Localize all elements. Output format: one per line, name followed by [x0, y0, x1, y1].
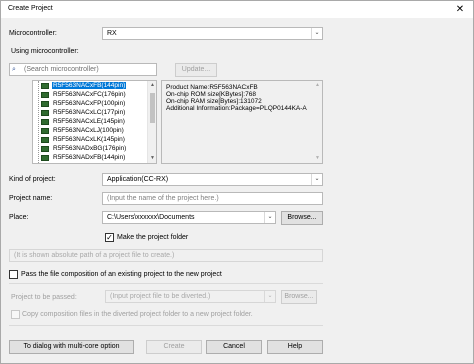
checkmark-icon: ✓: [106, 233, 113, 242]
info-scrollbar: ▲ ▼: [313, 81, 322, 163]
cancel-button[interactable]: Cancel: [206, 340, 262, 354]
tree-item-label: R5F563NACxFP(100pin): [53, 100, 126, 107]
chip-icon: [41, 101, 49, 107]
place-value: C:\Users\xxxxxx\Documents: [107, 214, 195, 221]
microcontroller-value: RX: [107, 30, 117, 37]
search-placeholder: (Search microcontroller): [24, 66, 99, 73]
title-bar: Create Project ✕: [1, 1, 473, 18]
tree-item[interactable]: R5F563NACxLC(177pin): [41, 109, 126, 117]
info-line: On-chip RAM size[Bytes]:131072: [166, 98, 262, 105]
project-to-be-passed-label: Project to be passed:: [11, 294, 77, 301]
multicore-dialog-button[interactable]: To dialog with multi-core option: [9, 340, 134, 354]
window-title: Create Project: [8, 5, 53, 12]
project-to-be-passed-combo[interactable]: (Input project file to be diverted.) ⌄: [105, 290, 276, 303]
info-line: Product Name:R5F563NACxFB: [166, 84, 258, 91]
place-label: Place:: [9, 214, 29, 221]
kind-of-project-label: Kind of project:: [9, 176, 56, 183]
chip-icon: [41, 128, 49, 134]
tree-scrollbar[interactable]: ▲ ▼: [147, 81, 156, 163]
pass-composition-checkbox[interactable]: [9, 270, 18, 279]
create-button[interactable]: Create: [146, 340, 202, 354]
chevron-down-icon: ⌄: [264, 212, 275, 223]
copy-composition-checkbox[interactable]: [11, 310, 20, 319]
microcontroller-label: Microcontroller:: [9, 30, 57, 37]
group-divider: [9, 325, 323, 326]
create-project-dialog: Create Project ✕ Microcontroller: RX ⌄ U…: [0, 0, 474, 364]
tree-item[interactable]: R5F563NACxLJ(100pin): [41, 127, 125, 135]
tree-item[interactable]: R5F563NACxLK(145pin): [41, 136, 126, 144]
tree-item-label: R5F563NACxLE(145pin): [53, 118, 125, 125]
tree-item[interactable]: R5F563NACxLE(145pin): [41, 118, 126, 126]
chip-icon: [41, 137, 49, 143]
make-folder-checkbox[interactable]: ✓: [105, 233, 114, 242]
chip-icon: [41, 146, 49, 152]
info-line: Additional Information:Package=PLQP0144K…: [166, 105, 307, 112]
update-button[interactable]: Update...: [175, 63, 217, 77]
tree-item[interactable]: R5F563NACxFC(176pin): [41, 91, 127, 99]
tree-connector-line: [38, 81, 39, 163]
microcontroller-info-panel: Product Name:R5F563NACxFB On-chip ROM si…: [161, 80, 323, 164]
project-name-input[interactable]: (Input the name of the project here.): [102, 192, 323, 205]
project-to-be-passed-placeholder: (Input project file to be diverted.): [110, 293, 211, 300]
microcontroller-tree[interactable]: R5F563NACxFB(144pin) R5F563NACxFC(176pin)…: [32, 80, 157, 164]
chip-icon: [41, 119, 49, 125]
tree-item[interactable]: R5F563NADxFB(144pin): [41, 154, 126, 162]
tree-item-label: R5F563NACxLJ(100pin): [53, 127, 124, 134]
absolute-path-display: (It is shown absolute path of a project …: [9, 249, 323, 262]
make-folder-label: Make the project folder: [117, 234, 189, 241]
absolute-path-hint: (It is shown absolute path of a project …: [14, 252, 175, 259]
chevron-down-icon: ⌄: [264, 291, 275, 302]
group-divider: [9, 283, 323, 284]
scroll-up-icon[interactable]: ▲: [148, 81, 156, 90]
scroll-thumb[interactable]: [150, 93, 155, 123]
project-name-label: Project name:: [9, 195, 53, 202]
tree-item-label: R5F563NADxFB(144pin): [53, 154, 126, 161]
kind-of-project-select[interactable]: Application(CC-RX) ⌄: [102, 173, 323, 186]
project-to-be-passed-browse-button[interactable]: Browse...: [281, 290, 317, 304]
chip-icon: [41, 110, 49, 116]
scroll-down-icon: ▼: [315, 155, 320, 161]
search-icon: ⌕: [12, 66, 16, 73]
chip-icon: [41, 155, 49, 161]
tree-item-label: R5F563NACxLC(177pin): [53, 109, 126, 116]
chip-icon: [41, 92, 49, 98]
microcontroller-select[interactable]: RX ⌄: [102, 27, 323, 40]
microcontroller-search-input[interactable]: ⌕ (Search microcontroller): [9, 63, 157, 76]
help-button[interactable]: Help: [267, 340, 323, 354]
scroll-down-icon[interactable]: ▼: [148, 154, 156, 163]
tree-item[interactable]: R5F563NACxFP(100pin): [41, 100, 126, 108]
place-combo[interactable]: C:\Users\xxxxxx\Documents ⌄: [102, 211, 276, 224]
project-name-placeholder: (Input the name of the project here.): [107, 195, 219, 202]
copy-composition-label: Copy composition files in the diverted p…: [22, 311, 253, 318]
pass-composition-label: Pass the file composition of an existing…: [21, 271, 222, 278]
place-browse-button[interactable]: Browse...: [281, 211, 323, 225]
chevron-down-icon: ⌄: [311, 174, 322, 185]
tree-item[interactable]: R5F563NADxBG(176pin): [41, 145, 127, 153]
info-line: On-chip ROM size[KBytes]:768: [166, 91, 256, 98]
kind-of-project-value: Application(CC-RX): [107, 176, 169, 183]
tree-item-label: R5F563NACxFC(176pin): [53, 91, 126, 98]
chevron-down-icon: ⌄: [311, 28, 322, 39]
tree-item-label: R5F563NACxFB(144pin): [52, 82, 127, 89]
close-icon[interactable]: ✕: [453, 3, 467, 16]
tree-item-label: R5F563NACxLK(145pin): [53, 136, 125, 143]
tree-item[interactable]: R5F563NACxFB(144pin): [41, 82, 127, 90]
using-microcontroller-label: Using microcontroller:: [11, 48, 79, 55]
chip-icon: [41, 83, 49, 89]
scroll-up-icon: ▲: [315, 82, 320, 88]
tree-item-label: R5F563NADxBG(176pin): [53, 145, 127, 152]
